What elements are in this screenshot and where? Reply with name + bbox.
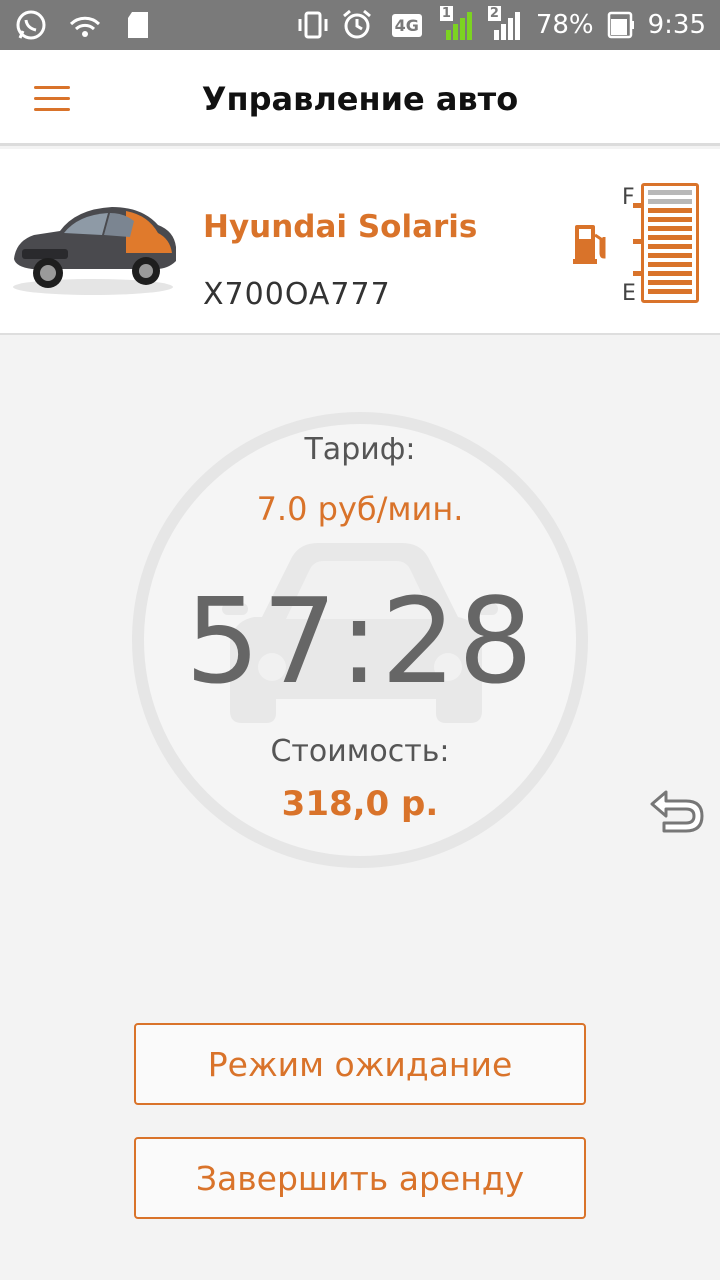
status-bar-right: 4G 1 2 78% 9:35 — [296, 6, 706, 42]
status-bar: 4G 1 2 78% 9:35 — [0, 0, 720, 50]
fuel-segment-filled — [648, 280, 692, 285]
car-name: Hyundai Solaris — [203, 209, 478, 245]
fuel-segment-filled — [648, 253, 692, 258]
clock: 9:35 — [647, 10, 706, 40]
gauge-tick — [633, 271, 641, 276]
fuel-segment-filled — [648, 235, 692, 240]
fuel-empty-label: E — [622, 281, 636, 306]
undo-icon[interactable] — [648, 784, 704, 834]
fuel-pump-icon — [573, 225, 606, 264]
network-4g-icon: 4G — [384, 8, 430, 42]
cost-value: 318,0 р. — [281, 784, 439, 824]
car-image — [13, 207, 176, 295]
signal-sim1-icon: 1 — [439, 6, 478, 42]
app-bar: Управление авто — [0, 50, 720, 146]
battery-icon — [604, 8, 638, 42]
fuel-segment-filled — [648, 271, 692, 276]
gauge-tick — [633, 239, 641, 244]
sim2-label: 2 — [487, 6, 501, 21]
fuel-segment-empty — [648, 199, 692, 204]
car-plate-number: X700OA777 — [203, 277, 391, 312]
rental-timer: Тариф: 7.0 руб/мин. 57:28 Стоимость: 318… — [132, 412, 588, 868]
page-title: Управление авто — [201, 80, 519, 118]
sd-card-icon — [122, 8, 156, 42]
elapsed-time: 57:28 — [184, 572, 536, 710]
fuel-segment-filled — [648, 226, 692, 231]
fuel-segment-filled — [648, 217, 692, 222]
fuel-level-gauge — [641, 183, 699, 303]
status-bar-left — [14, 8, 156, 42]
signal-sim2-icon: 2 — [487, 6, 526, 42]
fuel-segment-filled — [648, 262, 692, 267]
network-type-label: 4G — [391, 13, 422, 37]
tariff-label: Тариф: — [304, 432, 416, 467]
wifi-hotspot-icon — [68, 8, 102, 42]
gauge-tick — [633, 203, 641, 208]
alarm-icon — [340, 8, 374, 42]
tariff-value: 7.0 руб/мин. — [256, 490, 464, 528]
finish-rent-button[interactable]: Завершить аренду — [134, 1137, 586, 1219]
whatsapp-icon — [14, 8, 48, 42]
fuel-segment-empty — [648, 190, 692, 195]
fuel-segment-filled — [648, 289, 692, 294]
sim1-label: 1 — [439, 6, 453, 21]
battery-percent: 78% — [535, 10, 594, 40]
cost-label: Стоимость: — [270, 734, 450, 769]
fuel-segment-filled — [648, 244, 692, 249]
vibrate-icon — [296, 8, 330, 42]
wait-mode-button[interactable]: Режим ожидание — [134, 1023, 586, 1105]
fuel-segment-filled — [648, 208, 692, 213]
car-card[interactable]: Hyundai Solaris X700OA777 F E — [0, 149, 720, 335]
